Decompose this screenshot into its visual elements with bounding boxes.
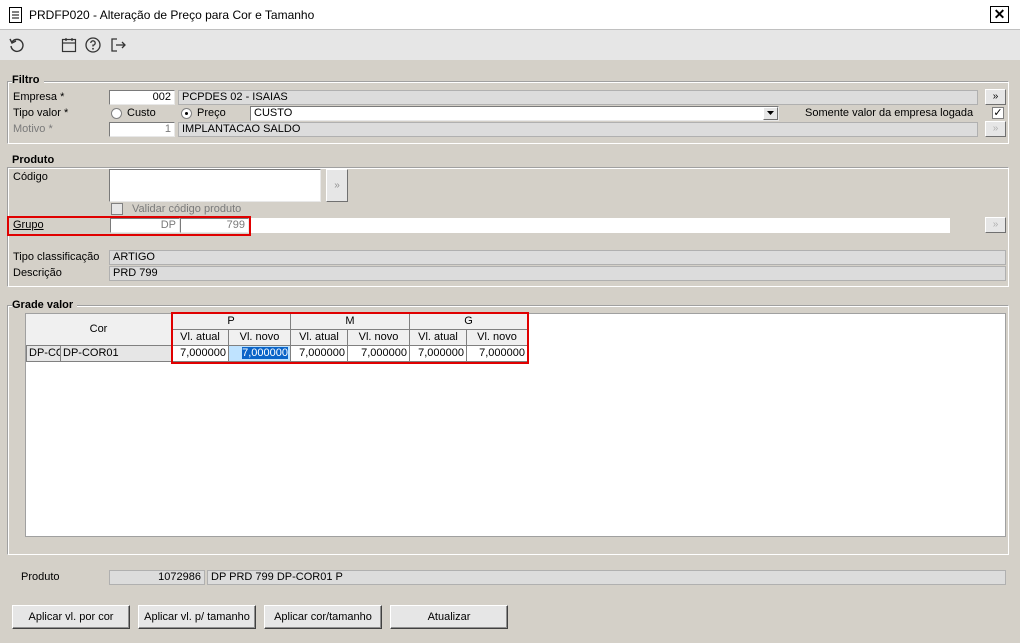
custo-radio[interactable]: [111, 108, 122, 119]
empresa-code-field[interactable]: 002: [109, 90, 175, 105]
empresa-lookup-button[interactable]: »: [985, 89, 1006, 105]
cor-code-cell[interactable]: DP-CO: [26, 346, 61, 362]
descricao-field: PRD 799: [109, 266, 1006, 281]
refresh-icon[interactable]: [8, 36, 26, 54]
somente-label: Somente valor da empresa logada: [805, 107, 974, 119]
aplicar-por-tamanho-button[interactable]: Aplicar vl. p/ tamanho: [138, 605, 256, 629]
empresa-name-field: PCPDES 02 - ISAIAS: [178, 90, 978, 105]
empresa-label: Empresa *: [13, 91, 65, 103]
cor-name-cell[interactable]: DP-COR01: [61, 346, 172, 362]
grupo-code-field[interactable]: 799: [180, 218, 249, 233]
help-icon[interactable]: [84, 36, 102, 54]
aplicar-cor-tamanho-button[interactable]: Aplicar cor/tamanho: [264, 605, 382, 629]
validar-checkbox[interactable]: [111, 203, 123, 215]
preco-radio-label: Preço: [197, 107, 226, 119]
motivo-name-field: IMPLANTACAO SALDO: [178, 122, 978, 137]
filtro-title: Filtro: [12, 74, 44, 86]
codigo-lookup-button[interactable]: »: [326, 169, 348, 202]
motivo-code-field[interactable]: 1: [109, 122, 175, 137]
atualizar-button[interactable]: Atualizar: [390, 605, 508, 629]
custo-radio-label: Custo: [127, 107, 156, 119]
sizes-highlight: [171, 312, 529, 364]
validar-label: Validar código produto: [132, 203, 242, 215]
calendar-icon[interactable]: [60, 36, 78, 54]
tipo-classificacao-label: Tipo classificação: [13, 251, 100, 263]
aplicar-por-cor-button[interactable]: Aplicar vl. por cor: [12, 605, 130, 629]
preco-radio[interactable]: [181, 108, 192, 119]
document-icon: [9, 7, 22, 23]
toolbar: [0, 30, 1020, 60]
footer-produto-code: 1072986: [109, 570, 205, 585]
produto-title: Produto: [12, 154, 59, 166]
exit-icon[interactable]: [109, 36, 127, 54]
grupo-lookup-button[interactable]: »: [985, 217, 1006, 233]
codigo-label: Código: [13, 171, 48, 183]
cor-header: Cor: [26, 314, 172, 346]
somente-checkbox[interactable]: ✓: [992, 107, 1004, 119]
tipo-valor-label: Tipo valor *: [13, 107, 69, 119]
footer-produto-label: Produto: [21, 571, 60, 583]
motivo-lookup-button[interactable]: »: [985, 121, 1006, 137]
descricao-label: Descrição: [13, 267, 62, 279]
motivo-label: Motivo *: [13, 123, 53, 135]
window-title: PRDFP020 - Alteração de Preço para Cor e…: [29, 8, 315, 22]
footer-produto-desc: DP PRD 799 DP-COR01 P: [207, 570, 1006, 585]
codigo-field[interactable]: [109, 169, 321, 202]
chevron-down-icon[interactable]: [763, 107, 778, 120]
tipo-valor-select[interactable]: CUSTO: [250, 106, 779, 121]
grupo-prefix-field[interactable]: DP: [110, 218, 180, 233]
close-button[interactable]: ✕: [990, 6, 1009, 23]
tipo-classificacao-field: ARTIGO: [109, 250, 1006, 265]
grupo-desc-field: [251, 218, 950, 233]
grupo-label: Grupo: [13, 219, 44, 231]
grade-title: Grade valor: [12, 299, 78, 311]
